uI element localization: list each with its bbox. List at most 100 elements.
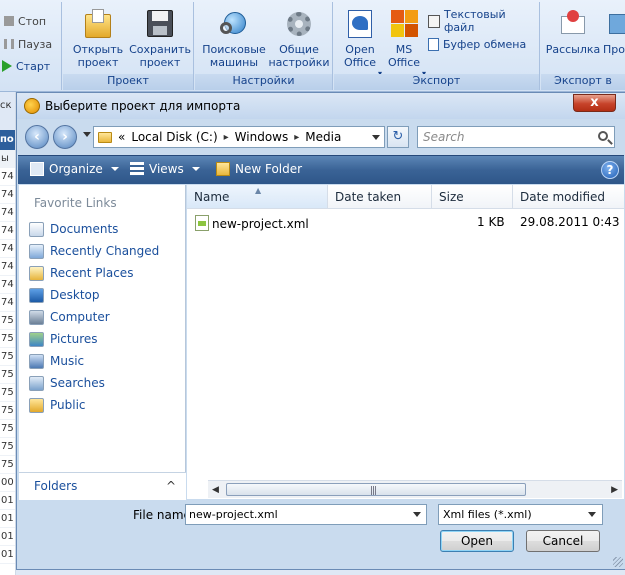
background-cell: 74 <box>0 168 15 186</box>
open-file-dialog: Выберите проект для импорта x ‹ › « Loca… <box>16 92 625 570</box>
column-header-size[interactable]: Size <box>432 185 513 209</box>
nav-link-music[interactable]: Music <box>29 351 84 371</box>
recent-changed-icon <box>29 243 44 259</box>
background-cell: 74 <box>0 204 15 222</box>
address-dropdown-icon[interactable] <box>372 135 380 140</box>
column-header-date-modified[interactable]: Date modified <box>513 185 624 209</box>
export-group-label: Экспорт <box>334 74 539 90</box>
column-header-date-taken[interactable]: Date taken <box>328 185 432 209</box>
background-cell: 01 <box>0 492 15 510</box>
forward-button[interactable]: › <box>53 125 77 149</box>
background-cell: 74 <box>0 240 15 258</box>
dialog-titlebar: Выберите проект для импорта x <box>17 93 625 119</box>
clipboard-icon <box>428 37 439 51</box>
views-icon <box>130 162 144 176</box>
scroll-right-icon[interactable]: ▶ <box>611 485 618 495</box>
background-column-header: ы <box>0 150 15 168</box>
public-icon <box>29 397 44 413</box>
chevron-up-icon: ^ <box>165 479 176 493</box>
organize-button[interactable]: Organize <box>30 162 119 176</box>
nav-link-computer[interactable]: Computer <box>29 307 110 327</box>
back-arrow-icon: ‹ <box>34 129 40 145</box>
documents-icon <box>29 221 44 237</box>
open-office-button[interactable]: Open Office ▾ <box>338 8 382 78</box>
address-segment-local-disk[interactable]: Local Disk (C:) <box>131 130 217 144</box>
nav-link-recently-changed[interactable]: Recently Changed <box>29 241 159 261</box>
save-project-button[interactable]: Сохранить проект <box>127 8 193 69</box>
file-name-cell: new-project.xml <box>195 215 309 231</box>
file-list[interactable]: ▲ Name Date taken Size Date modified new… <box>187 185 624 499</box>
address-segment-windows[interactable]: Windows <box>235 130 289 144</box>
scroll-left-icon[interactable]: ◀ <box>212 485 219 495</box>
openoffice-icon <box>344 8 376 40</box>
nav-link-public[interactable]: Public <box>29 395 86 415</box>
pause-button[interactable]: Пауза <box>4 35 52 53</box>
background-cell: 75 <box>0 312 15 330</box>
resize-grip-icon[interactable] <box>613 557 623 567</box>
stop-button[interactable]: Стоп <box>4 12 46 30</box>
background-cell: 75 <box>0 402 15 420</box>
nav-link-searches[interactable]: Searches <box>29 373 105 393</box>
app-icon <box>24 98 40 114</box>
help-button[interactable]: ? <box>601 161 619 179</box>
open-project-button[interactable]: Открыть проект <box>67 8 129 69</box>
refresh-icon: ↻ <box>392 129 404 144</box>
breadcrumb-chevron-icon[interactable]: ▸ <box>294 132 299 143</box>
file-type-select[interactable]: Xml files (*.xml) <box>438 504 603 525</box>
grip-icon: ||| <box>370 486 377 496</box>
background-cell: 74 <box>0 276 15 294</box>
refresh-button[interactable]: ↻ <box>387 126 409 148</box>
background-cell: 01 <box>0 528 15 546</box>
background-cell: 75 <box>0 420 15 438</box>
cancel-button[interactable]: Cancel <box>526 530 600 552</box>
file-size-cell: 1 KB <box>477 215 505 229</box>
background-cell: 01 <box>0 546 15 564</box>
address-bar[interactable]: « Local Disk (C:) ▸ Windows ▸ Media <box>93 126 385 148</box>
search-input[interactable]: Search <box>417 126 615 148</box>
partial-ribbon-button[interactable]: Про <box>603 8 625 56</box>
nav-link-pictures[interactable]: Pictures <box>29 329 98 349</box>
search-icon[interactable] <box>598 131 608 141</box>
search-engines-button[interactable]: Поисковые машины <box>201 8 267 69</box>
dialog-toolbar: Organize Views New Folder ? <box>18 155 624 184</box>
xml-file-icon <box>195 215 209 231</box>
nav-link-desktop[interactable]: Desktop <box>29 285 100 305</box>
address-segment-media[interactable]: Media <box>305 130 341 144</box>
start-button[interactable]: Старт <box>2 57 50 75</box>
file-name-dropdown-icon[interactable] <box>413 512 421 517</box>
open-button[interactable]: Open <box>440 530 514 552</box>
export-to-group-label: Экспорт в <box>541 74 625 90</box>
ribbon: Стоп Пауза Старт Открыть проект Сохранит… <box>0 0 625 92</box>
pause-icon <box>4 39 14 49</box>
back-button[interactable]: ‹ <box>25 125 49 149</box>
ms-office-button[interactable]: MS Office ▾ <box>384 8 426 78</box>
background-cell: 75 <box>0 438 15 456</box>
nav-link-recent-places[interactable]: Recent Places <box>29 263 133 283</box>
file-type-dropdown-icon[interactable] <box>588 512 596 517</box>
text-file-button[interactable]: Текстовый файл <box>428 8 539 34</box>
recent-pages-dropdown[interactable] <box>83 132 91 137</box>
general-settings-button[interactable]: Общие настройки <box>267 8 331 69</box>
scrollbar-thumb[interactable]: ||| <box>226 483 526 496</box>
searches-icon <box>29 375 44 391</box>
breadcrumb-chevron-icon[interactable]: ▸ <box>224 132 229 143</box>
folders-toggle[interactable]: Folders ^ <box>19 472 186 500</box>
music-icon <box>29 353 44 369</box>
new-folder-button[interactable]: New Folder <box>216 162 302 176</box>
horizontal-scrollbar[interactable]: ◀ ||| ▶ <box>208 480 622 498</box>
clipboard-button[interactable]: Буфер обмена <box>428 35 526 53</box>
views-button[interactable]: Views <box>130 162 200 176</box>
table-row[interactable]: new-project.xml 1 KB 29.08.2011 0:43 <box>187 213 624 232</box>
file-name-input[interactable]: new-project.xml <box>185 504 427 525</box>
address-overflow[interactable]: « <box>118 130 125 144</box>
nav-link-documents[interactable]: Documents <box>29 219 118 239</box>
background-tab: по <box>0 130 15 150</box>
views-dropdown-icon <box>191 167 200 171</box>
dialog-title: Выберите проект для импорта <box>45 99 241 113</box>
project-group-label: Проект <box>63 74 193 90</box>
mailing-button[interactable]: Рассылка <box>545 8 601 56</box>
mailing-icon <box>557 8 589 40</box>
column-header-name[interactable]: ▲ Name <box>187 185 328 209</box>
export-to-group: Рассылка Про Экспорт в <box>541 2 625 90</box>
close-button[interactable]: x <box>573 94 616 112</box>
